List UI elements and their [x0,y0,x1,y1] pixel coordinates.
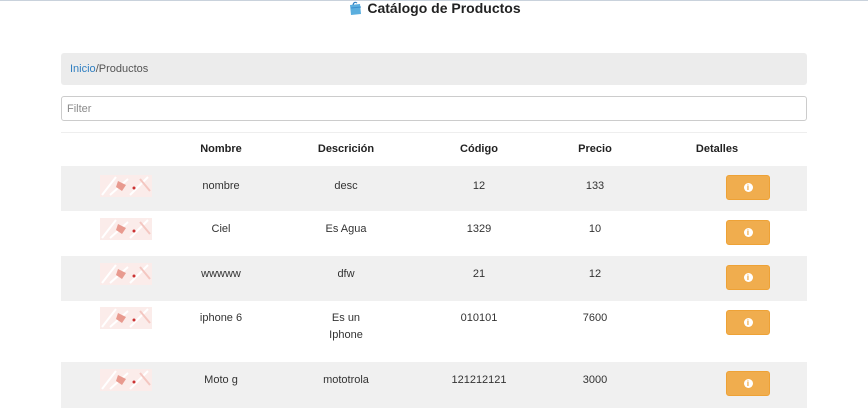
cell-nombre: nombre [202,180,240,192]
cell-precio: 3000 [582,374,608,386]
table-row: Moto g mototrola 121212121 3000 i [61,362,807,408]
product-thumbnail [100,175,152,197]
info-icon: i [743,379,753,388]
table-row: iphone 6 Es un Iphone 010101 7600 i [61,301,807,362]
details-button[interactable]: i [726,220,770,245]
filter-input[interactable] [61,96,807,121]
product-thumbnail [100,263,152,285]
product-thumbnail [100,218,152,240]
shopping-bag-icon [350,1,362,15]
cell-nombre: Ciel [211,223,231,235]
info-icon: i [743,273,753,282]
cell-nombre: wwwww [201,268,241,280]
cell-descripcion: Es un Iphone [329,312,363,341]
breadcrumb: Inicio / Productos [61,53,807,85]
cell-codigo: 1329 [466,223,492,235]
cell-descripcion: desc [334,180,358,192]
cell-descripcion: mototrola [323,374,369,386]
table-row: nombre desc 12 133 i [61,166,807,211]
info-icon: i [743,318,753,327]
cell-precio: 10 [588,223,602,235]
page-title: Catálogo de Productos [367,0,521,16]
cell-descripcion: Es Agua [325,223,367,235]
column-header-nombre[interactable]: Nombre [200,143,242,155]
cell-codigo: 21 [472,268,486,280]
breadcrumb-current: Productos [98,63,149,75]
cell-nombre: Moto g [204,374,238,386]
cell-descripcion: dfw [337,268,355,280]
details-button[interactable]: i [726,175,770,200]
page-header: Catálogo de Productos [0,0,868,20]
details-button[interactable]: i [726,371,770,396]
column-header-detalles[interactable]: Detalles [696,143,738,155]
info-icon: i [743,228,753,237]
product-thumbnail [100,307,152,329]
cell-precio: 12 [588,268,602,280]
details-button[interactable]: i [726,265,770,290]
table-row: Ciel Es Agua 1329 10 i [61,211,807,256]
info-icon: i [743,183,753,192]
column-header-precio[interactable]: Precio [578,143,612,155]
cell-codigo: 12 [472,180,486,192]
breadcrumb-home-link[interactable]: Inicio [70,63,96,75]
table-header: Nombre Descrición Código Precio Detalles [61,132,807,165]
product-thumbnail [100,369,152,391]
title-wrap: Catálogo de Productos [347,0,521,16]
cell-nombre: iphone 6 [199,312,243,324]
column-header-descricion[interactable]: Descrición [318,143,374,155]
cell-precio: 133 [585,180,605,192]
column-header-codigo[interactable]: Código [460,143,498,155]
table-row: wwwww dfw 21 12 i [61,256,807,301]
cell-codigo: 121212121 [451,374,507,386]
cell-precio: 7600 [582,312,608,324]
cell-codigo: 010101 [460,312,498,324]
details-button[interactable]: i [726,310,770,335]
